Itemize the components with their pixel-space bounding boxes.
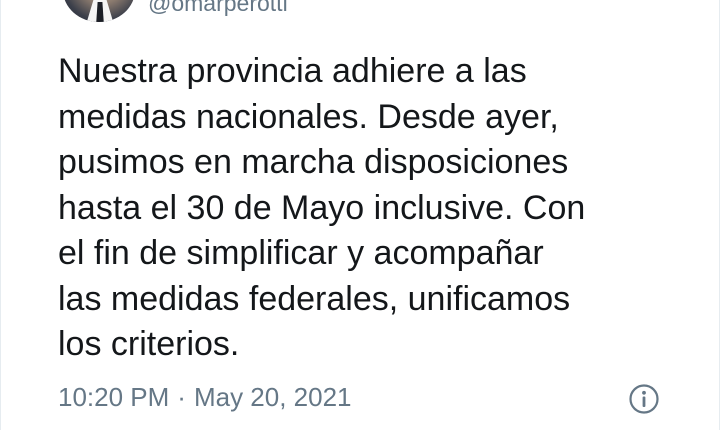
tweet-text-line: los criterios. bbox=[58, 325, 240, 363]
timestamp-separator: · bbox=[177, 382, 186, 412]
tweet-timestamp[interactable]: 10:20 PM · May 20, 2021 bbox=[58, 382, 352, 413]
avatar[interactable] bbox=[63, 0, 135, 22]
tweet-text-line: pusimos en marcha disposiciones bbox=[58, 143, 569, 181]
tweet-text-line: medidas nacionales. Desde ayer, bbox=[58, 97, 559, 136]
tweet-card: @omarperotti Nuestra provincia adhiere a… bbox=[0, 0, 720, 430]
tweet-text: Nuestra provincia adhiere a las medidas … bbox=[58, 49, 678, 368]
tweet-text-line: hasta el 30 de Mayo inclusive. Con bbox=[58, 188, 586, 227]
info-icon[interactable] bbox=[628, 383, 660, 415]
tweet-date[interactable]: May 20, 2021 bbox=[194, 382, 352, 412]
info-icon-glyph bbox=[629, 384, 659, 414]
user-handle[interactable]: @omarperotti bbox=[148, 0, 288, 17]
tweet-time[interactable]: 10:20 PM bbox=[58, 382, 169, 412]
tweet-text-line: el fin de simplificar y acompañar bbox=[58, 234, 544, 272]
tweet-text-line: Nuestra provincia adhiere a las bbox=[58, 52, 527, 90]
tweet-text-line: las medidas federales, unificamos bbox=[58, 279, 571, 318]
